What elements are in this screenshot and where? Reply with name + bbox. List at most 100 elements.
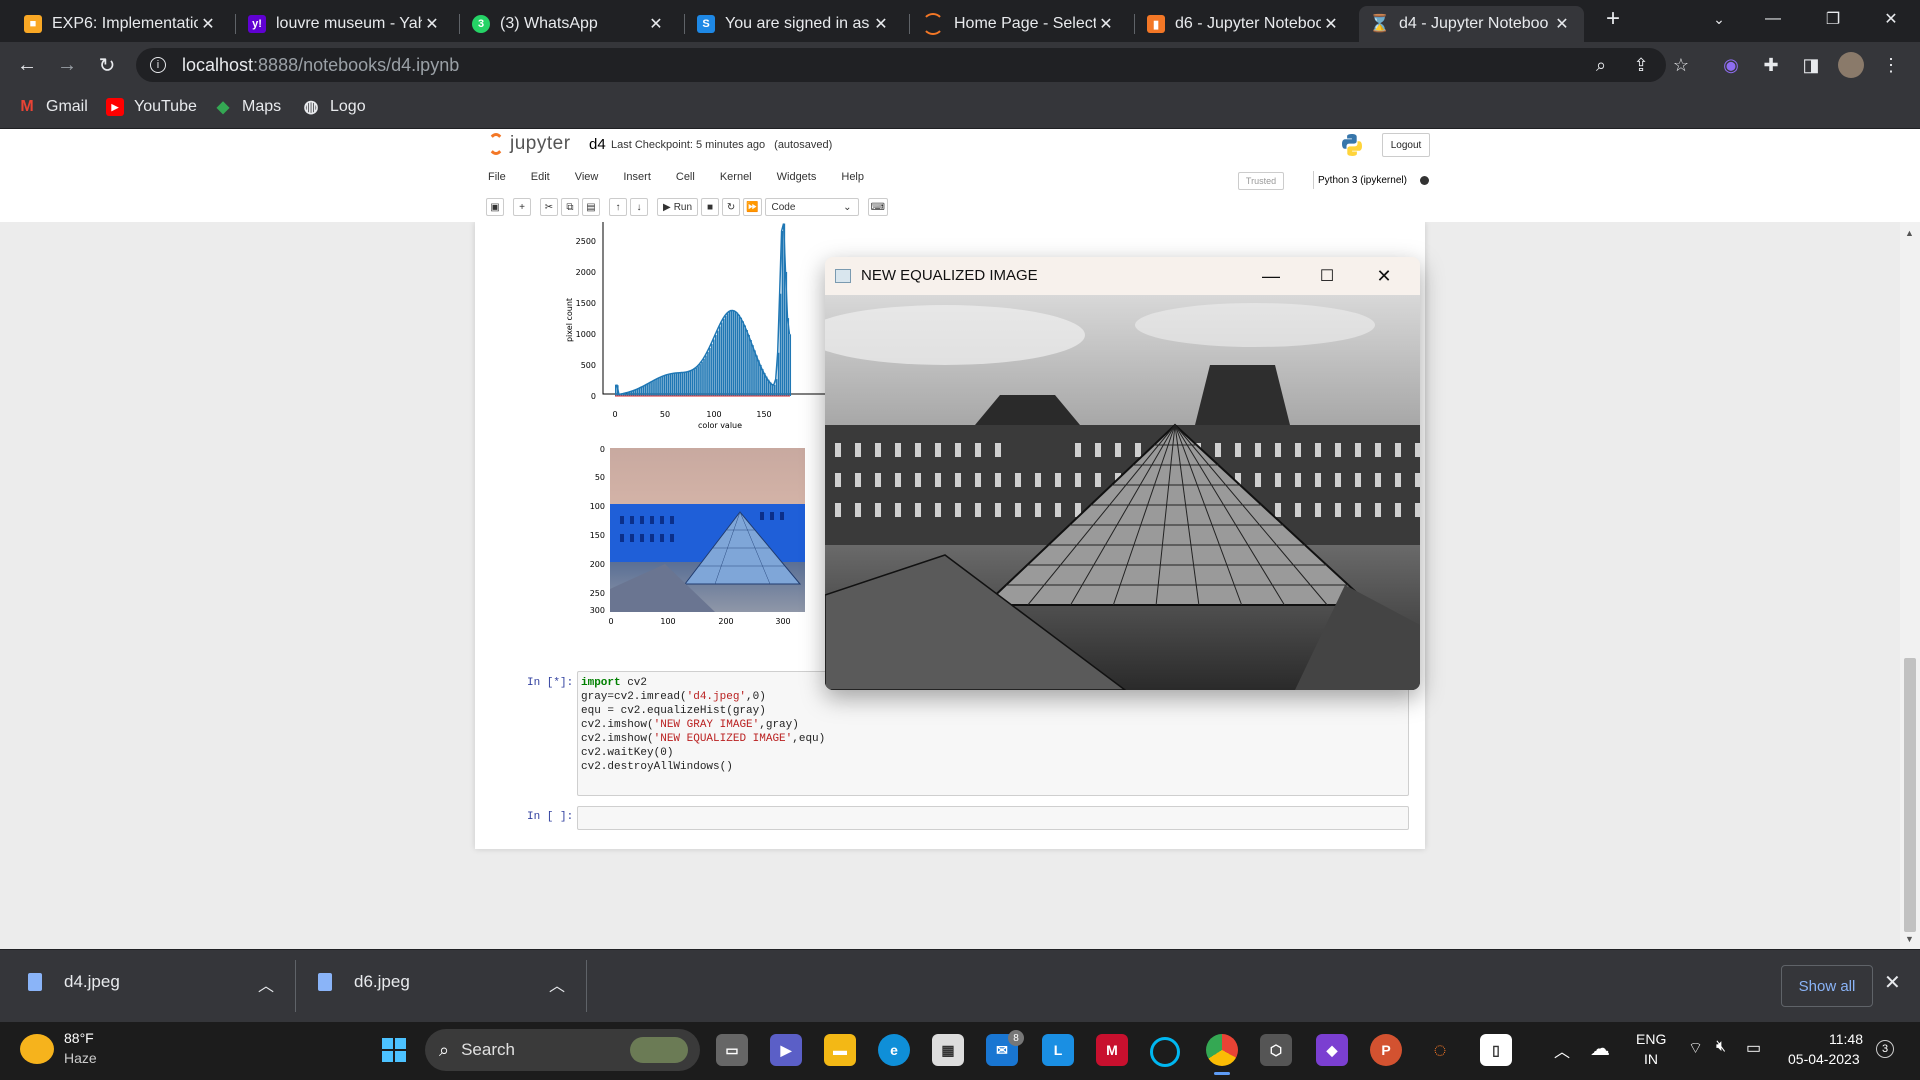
close-tab-icon[interactable]: ✕ [198,14,218,34]
language-line-2[interactable]: IN [1644,1051,1658,1067]
bookmark-star-icon[interactable]: ☆ [1668,52,1694,78]
clock-time[interactable]: 11:48 [1829,1031,1863,1047]
fast-forward-icon[interactable]: ⏩ [743,198,762,216]
restore-button[interactable]: ❐ [1810,0,1856,38]
jupyter-logo[interactable]: jupyter [488,133,571,155]
chevron-up-icon[interactable]: ︿ [258,972,274,996]
language-line-1[interactable]: ENG [1636,1031,1666,1047]
avatar[interactable] [1838,52,1864,78]
microsoft-store-icon[interactable]: ▦ [932,1034,964,1066]
logout-button[interactable]: Logout [1382,133,1430,157]
minimize-button[interactable]: — [1750,0,1796,38]
back-button[interactable]: ← [12,50,42,80]
bookmark-youtube[interactable]: ▶ YouTube [106,98,197,116]
clock-date[interactable]: 05-04-2023 [1788,1051,1860,1067]
menu-widgets[interactable]: Widgets [777,171,817,193]
puzzle-icon[interactable]: ✚ [1758,52,1784,78]
stop-icon[interactable]: ■ [701,198,720,216]
edge-icon[interactable]: e [878,1034,910,1066]
chevron-up-icon[interactable]: ︿ [549,972,565,996]
address-bar[interactable]: i localhost:8888/notebooks/d4.ipynb [136,48,1666,82]
menu-icon[interactable]: ⋮ [1878,52,1904,78]
copy-icon[interactable]: ⧉ [561,198,579,216]
tab-4[interactable]: Home Page - Select o ✕ [910,6,1128,42]
start-button[interactable] [378,1034,410,1066]
bookmark-gmail[interactable]: M Gmail [18,98,87,116]
close-tab-icon[interactable]: ✕ [1321,14,1341,34]
task-view-icon[interactable]: ▭ [716,1034,748,1066]
weather-icon[interactable] [20,1034,54,1064]
bookmark-logo[interactable]: ◍ Logo [302,97,366,116]
tab-1[interactable]: y! louvre museum - Yah ✕ [236,6,454,42]
close-button[interactable]: ✕ [1356,257,1412,295]
notification-count[interactable]: 3 [1876,1040,1894,1058]
kernel-name[interactable]: Python 3 (ipykernel) [1313,171,1407,189]
powerpoint-icon[interactable]: P [1370,1034,1402,1066]
battery-icon[interactable]: ▭ [1746,1038,1761,1058]
minimize-button[interactable]: — [1243,257,1299,295]
forward-button[interactable]: → [52,50,82,80]
scrollbar-thumb[interactable] [1904,658,1916,932]
file-explorer-icon[interactable]: ▬ [824,1034,856,1066]
menu-edit[interactable]: Edit [531,171,550,193]
equalized-image-window[interactable]: NEW EQUALIZED IMAGE — ☐ ✕ [825,257,1420,690]
menu-help[interactable]: Help [841,171,864,193]
bookmark-maps[interactable]: ◆ Maps [214,98,281,116]
scroll-down-icon[interactable]: ▼ [1905,934,1914,944]
notepad-icon[interactable]: ▯ [1480,1034,1512,1066]
show-all-button[interactable]: Show all [1781,965,1873,1007]
notebook-name[interactable]: d4 [589,136,606,153]
move-down-icon[interactable]: ↓ [630,198,648,216]
chevron-down-icon[interactable]: ⌄ [1696,0,1742,38]
cube-app-icon[interactable]: ⬡ [1260,1034,1292,1066]
jupyter-app-icon[interactable]: ◌ [1424,1034,1456,1066]
zoom-icon[interactable]: ⌕ [1588,52,1614,78]
close-tab-icon[interactable]: ✕ [871,14,891,34]
restart-icon[interactable]: ↻ [722,198,741,216]
page-scrollbar[interactable]: ▲ ▼ [1900,222,1920,949]
mcafee-icon[interactable]: M [1096,1034,1128,1066]
close-tab-icon[interactable]: ✕ [1552,14,1572,34]
info-icon[interactable]: i [150,57,166,73]
cut-icon[interactable]: ✂ [540,198,558,216]
tab-6-active[interactable]: ⌛ d4 - Jupyter Noteboo ✕ [1359,6,1584,42]
tab-2[interactable]: 3 (3) WhatsApp ✕ [460,6,678,42]
wifi-icon[interactable]: ⌔ [1688,1038,1703,1058]
save-icon[interactable]: ▣ [486,198,504,216]
l-app-icon[interactable]: L [1042,1034,1074,1066]
scroll-up-icon[interactable]: ▲ [1905,228,1914,238]
move-up-icon[interactable]: ↑ [609,198,627,216]
close-tab-icon[interactable]: ✕ [1096,14,1116,34]
weather-temp[interactable]: 88°F [64,1030,94,1046]
keyboard-icon[interactable]: ⌨ [867,198,888,216]
menu-file[interactable]: File [488,171,506,193]
download-item-1[interactable]: d6.jpeg [318,972,410,992]
side-panel-icon[interactable]: ◨ [1798,52,1824,78]
teams-chat-icon[interactable]: ▶ [770,1034,802,1066]
visual-studio-icon[interactable]: ◆ [1316,1034,1348,1066]
menu-view[interactable]: View [575,171,599,193]
window-titlebar[interactable]: NEW EQUALIZED IMAGE — ☐ ✕ [825,257,1420,295]
reload-button[interactable]: ↻ [92,50,122,80]
trusted-indicator[interactable]: Trusted [1238,172,1284,190]
volume-muted-icon[interactable]: 🔇︎ [1716,1038,1726,1056]
new-tab-button[interactable]: + [1590,0,1636,38]
close-tab-icon[interactable]: ✕ [646,14,666,34]
cortana-icon[interactable] [1150,1037,1180,1067]
close-icon[interactable]: ✕ [1884,970,1901,995]
extension-icon[interactable]: ◉ [1718,52,1744,78]
menu-cell[interactable]: Cell [676,171,695,193]
onedrive-icon[interactable]: ☁ [1590,1036,1610,1061]
menu-insert[interactable]: Insert [623,171,651,193]
chevron-up-icon[interactable]: ︿ [1554,1038,1570,1062]
empty-code-cell[interactable] [577,806,1409,830]
run-button[interactable]: ▶ Run [657,198,699,216]
tab-0[interactable]: ■ EXP6: Implementation ✕ [12,6,230,42]
close-tab-icon[interactable]: ✕ [422,14,442,34]
maximize-button[interactable]: ☐ [1299,257,1355,295]
menu-kernel[interactable]: Kernel [720,171,752,193]
taskbar-search[interactable]: ⌕ Search [425,1029,700,1071]
chrome-icon[interactable] [1206,1034,1238,1066]
cell-type-select[interactable]: Code ⌄ [764,198,859,216]
paste-icon[interactable]: ▤ [582,198,600,216]
